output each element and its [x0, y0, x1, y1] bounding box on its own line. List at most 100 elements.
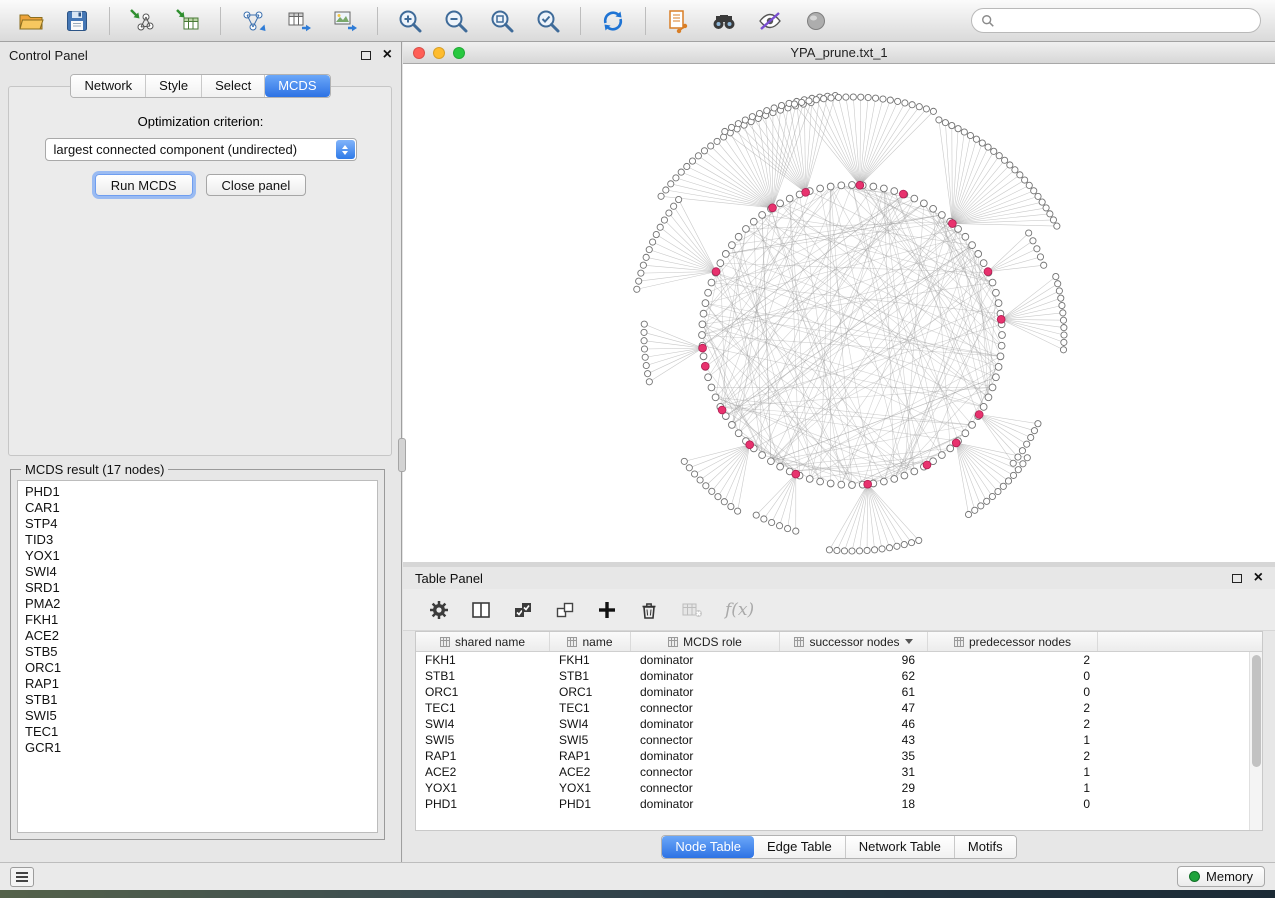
table-settings-button[interactable] — [429, 600, 449, 620]
table-row[interactable]: SWI4SWI4dominator462 — [416, 716, 1262, 732]
zoom-fit-button[interactable] — [481, 3, 523, 39]
table-cell: 46 — [780, 716, 928, 732]
dominator-node — [923, 461, 931, 469]
mcds-result-node[interactable]: SWI4 — [18, 564, 377, 580]
maximize-window-light[interactable] — [453, 47, 465, 59]
table-row[interactable]: SWI5SWI5connector431 — [416, 732, 1262, 748]
mcds-result-node[interactable]: GCR1 — [18, 740, 377, 756]
close-panel-icon[interactable]: × — [383, 49, 392, 61]
table-row[interactable]: STB1STB1dominator620 — [416, 668, 1262, 684]
search-box[interactable] — [971, 8, 1261, 33]
network-node — [911, 468, 918, 475]
mcds-result-node[interactable]: CAR1 — [18, 500, 377, 516]
show-graphics-button[interactable] — [795, 3, 837, 39]
delete-column-button[interactable] — [639, 600, 659, 620]
zoom-selected-button[interactable] — [527, 3, 569, 39]
close-panel-button[interactable]: Close panel — [206, 174, 307, 196]
table-row[interactable]: TEC1TEC1connector472 — [416, 700, 1262, 716]
column-label: successor nodes — [809, 635, 899, 649]
network-node — [817, 185, 824, 192]
network-node — [834, 547, 840, 553]
add-column-button[interactable] — [597, 600, 617, 620]
tab-network-table[interactable]: Network Table — [846, 836, 955, 858]
export-image-button[interactable] — [324, 3, 366, 39]
tab-edge-table[interactable]: Edge Table — [754, 836, 846, 858]
split-panel-button[interactable] — [471, 600, 491, 620]
column-header-shared-name[interactable]: shared name — [416, 632, 550, 651]
zoom-out-button[interactable] — [435, 3, 477, 39]
import-table-button[interactable] — [167, 3, 209, 39]
table-row[interactable]: YOX1YOX1connector291 — [416, 780, 1262, 796]
scrollbar-thumb[interactable] — [1252, 655, 1261, 767]
close-window-light[interactable] — [413, 47, 425, 59]
close-panel-icon[interactable]: × — [1254, 572, 1263, 584]
column-header-mcds-role[interactable]: MCDS role — [631, 632, 780, 651]
mcds-result-node[interactable]: STB5 — [18, 644, 377, 660]
table-row[interactable]: ACE2ACE2connector311 — [416, 764, 1262, 780]
table-scrollbar[interactable] — [1249, 652, 1262, 830]
select-all-button[interactable] — [513, 600, 533, 620]
mcds-result-node[interactable]: STP4 — [18, 516, 377, 532]
panel-splitter-handle[interactable] — [398, 438, 406, 472]
network-canvas[interactable] — [403, 64, 1275, 562]
mcds-result-node[interactable]: RAP1 — [18, 676, 377, 692]
table-row[interactable]: FKH1FKH1dominator962 — [416, 652, 1262, 668]
mcds-result-node[interactable]: ORC1 — [18, 660, 377, 676]
mcds-result-node[interactable]: SWI5 — [18, 708, 377, 724]
network-node — [1031, 428, 1037, 434]
network-node — [993, 374, 1000, 381]
refresh-button[interactable] — [592, 3, 634, 39]
hide-selected-button[interactable] — [749, 3, 791, 39]
mcds-result-node[interactable]: YOX1 — [18, 548, 377, 564]
tab-node-table[interactable]: Node Table — [662, 836, 754, 858]
minimize-window-light[interactable] — [433, 47, 445, 59]
tab-network[interactable]: Network — [71, 75, 146, 97]
tab-mcds[interactable]: MCDS — [265, 75, 329, 97]
find-button[interactable] — [703, 3, 745, 39]
dominator-node — [856, 181, 864, 189]
export-network-button[interactable] — [232, 3, 274, 39]
deselect-all-button[interactable] — [555, 600, 575, 620]
float-window-icon[interactable] — [361, 51, 371, 60]
table-panel-title: Table Panel — [415, 571, 483, 586]
network-node — [689, 158, 695, 164]
mcds-result-node[interactable]: STB1 — [18, 692, 377, 708]
mcds-result-node[interactable]: ACE2 — [18, 628, 377, 644]
tab-style[interactable]: Style — [146, 75, 202, 97]
criterion-dropdown[interactable]: largest connected component (undirected) — [45, 138, 357, 161]
tab-select[interactable]: Select — [202, 75, 265, 97]
table-row[interactable]: PHD1PHD1dominator180 — [416, 796, 1262, 812]
mcds-result-node[interactable]: PMA2 — [18, 596, 377, 612]
column-header-successor-nodes[interactable]: successor nodes — [780, 632, 928, 651]
task-history-button[interactable] — [10, 867, 34, 887]
tab-motifs[interactable]: Motifs — [955, 836, 1016, 858]
table-row[interactable]: RAP1RAP1dominator352 — [416, 748, 1262, 764]
zoom-in-button[interactable] — [389, 3, 431, 39]
memory-button[interactable]: Memory — [1177, 866, 1265, 887]
search-input[interactable] — [1001, 13, 1251, 28]
mcds-result-node[interactable]: TID3 — [18, 532, 377, 548]
mcds-result-node[interactable]: SRD1 — [18, 580, 377, 596]
column-header-predecessor-nodes[interactable]: predecessor nodes — [928, 632, 1098, 651]
import-network-button[interactable] — [121, 3, 163, 39]
float-window-icon[interactable] — [1232, 574, 1242, 583]
export-table-button[interactable] — [278, 3, 320, 39]
run-mcds-button[interactable]: Run MCDS — [95, 174, 193, 196]
network-node — [786, 195, 793, 202]
table-row[interactable]: ORC1ORC1dominator610 — [416, 684, 1262, 700]
mcds-result-node[interactable]: FKH1 — [18, 612, 377, 628]
network-edge — [852, 484, 868, 551]
network-node — [641, 346, 647, 352]
network-window-titlebar[interactable]: YPA_prune.txt_1 — [403, 42, 1275, 64]
mcds-result-list[interactable]: PHD1CAR1STP4TID3YOX1SWI4SRD1PMA2FKH1ACE2… — [17, 480, 378, 833]
mcds-result-node[interactable]: TEC1 — [18, 724, 377, 740]
save-session-button[interactable] — [56, 3, 98, 39]
open-session-button[interactable] — [10, 3, 52, 39]
network-node — [962, 430, 969, 437]
dropdown-stepper-icon[interactable] — [336, 140, 355, 159]
network-node — [916, 537, 922, 543]
clone-network-button[interactable] — [657, 3, 699, 39]
mcds-result-node[interactable]: PHD1 — [18, 484, 377, 500]
column-header-name[interactable]: name — [550, 632, 631, 651]
app-window: Control Panel × Network Style Select MCD… — [0, 0, 1275, 898]
